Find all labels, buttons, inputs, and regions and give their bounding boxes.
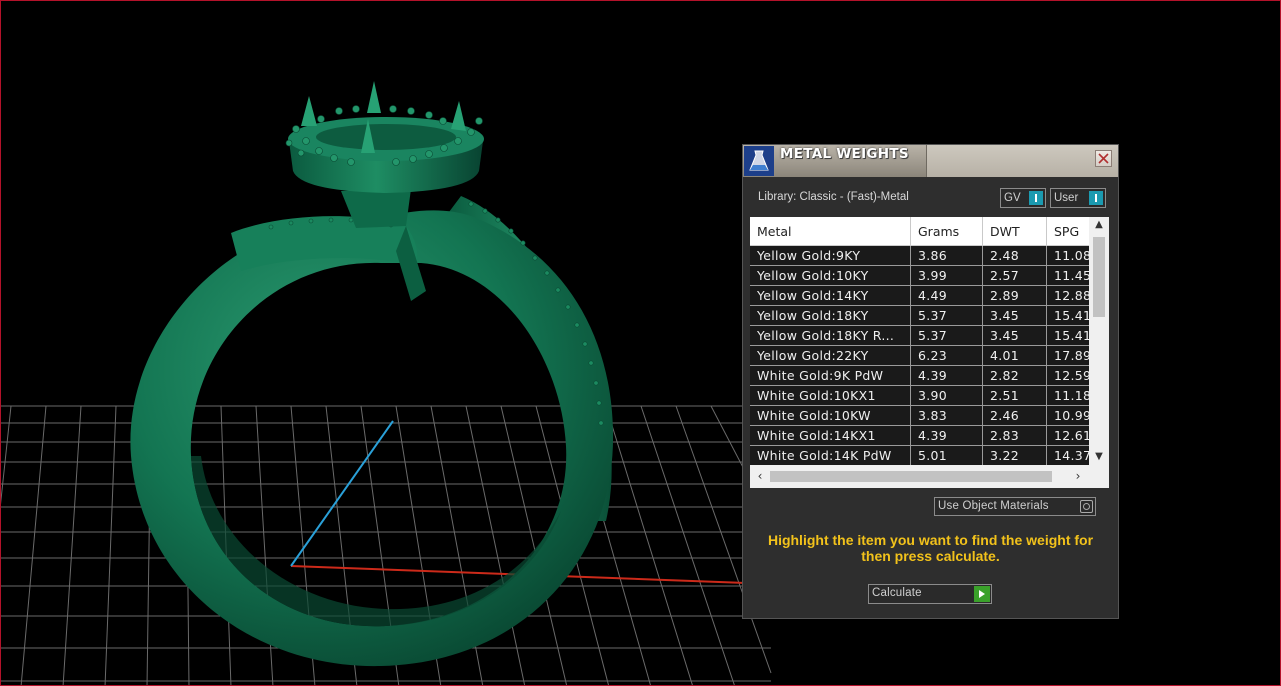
cell-dwt: 4.01 (983, 346, 1047, 365)
use-object-materials-toggle[interactable]: Use Object Materials (934, 497, 1096, 516)
cell-metal: White Gold:14KX1 (750, 426, 911, 445)
cell-spg: 15.41 (1054, 328, 1089, 343)
column-header-grams[interactable]: Grams (911, 217, 983, 245)
cell-grams: 6.23 (911, 346, 983, 365)
cell-dwt: 3.45 (983, 326, 1047, 345)
scroll-right-icon[interactable]: › (1070, 468, 1086, 484)
cell-grams: 3.86 (911, 246, 983, 265)
scrollbar-corner (1089, 465, 1109, 488)
table-body: Yellow Gold:9KY 3.86 2.48 11.08 Yellow Gold… (750, 246, 1089, 465)
gv-toggle[interactable]: GV (1000, 188, 1046, 208)
cell-dwt: 2.82 (983, 366, 1047, 385)
cell-metal: White Gold:10KW (750, 406, 911, 425)
scroll-down-icon[interactable]: ▼ (1089, 449, 1109, 465)
radio-icon[interactable] (1080, 500, 1093, 513)
close-icon (1098, 153, 1109, 164)
gv-toggle-label: GV (1004, 192, 1021, 204)
flask-icon (744, 146, 774, 176)
horizontal-scroll-thumb[interactable] (770, 471, 1052, 482)
table-row[interactable]: Yellow Gold:18KY 5.37 3.45 15.41 (750, 306, 1089, 326)
close-button[interactable] (1095, 150, 1112, 167)
calculate-label: Calculate (872, 587, 922, 599)
cell-dwt: 3.22 (983, 446, 1047, 465)
cell-dwt: 2.48 (983, 246, 1047, 265)
cell-spg: 12.59 (1054, 368, 1089, 383)
cell-dwt: 2.51 (983, 386, 1047, 405)
cell-metal: White Gold:14K PdW (750, 446, 911, 465)
table-row[interactable]: White Gold:9K PdW 4.39 2.82 12.59 (750, 366, 1089, 386)
use-object-materials-label: Use Object Materials (938, 500, 1049, 512)
instruction-text: Highlight the item you want to find the … (767, 532, 1094, 564)
play-icon[interactable] (974, 586, 990, 602)
column-header-metal[interactable]: Metal (750, 217, 911, 245)
table-row[interactable]: White Gold:10KW 3.83 2.46 10.99 (750, 406, 1089, 426)
ring-model[interactable] (130, 81, 614, 667)
cell-dwt: 2.89 (983, 286, 1047, 305)
metal-table-grid[interactable]: Metal Grams DWT SPG Yellow Gold:9KY 3.86 2… (750, 217, 1089, 465)
cell-spg: 14.37 (1054, 448, 1089, 463)
panel-title-bar[interactable]: METAL WEIGHTS (743, 145, 1118, 177)
cell-grams: 5.01 (911, 446, 983, 465)
cell-spg: 11.08 (1054, 248, 1089, 263)
cell-spg: 17.89 (1054, 348, 1089, 363)
user-toggle-switch[interactable] (1089, 191, 1103, 205)
cell-spg: 12.88 (1054, 288, 1089, 303)
cell-grams: 4.39 (911, 426, 983, 445)
table-header: Metal Grams DWT SPG (750, 217, 1089, 246)
metal-weights-panel[interactable]: METAL WEIGHTS Library: Classic - (Fast)-… (743, 145, 1118, 618)
calculate-button[interactable]: Calculate (868, 584, 992, 604)
table-row[interactable]: Yellow Gold:18KY R... 5.37 3.45 15.41 (750, 326, 1089, 346)
table-row[interactable]: White Gold:10KX1 3.90 2.51 11.18 (750, 386, 1089, 406)
cell-metal: Yellow Gold:10KY (750, 266, 911, 285)
table-row[interactable]: Yellow Gold:22KY 6.23 4.01 17.89 (750, 346, 1089, 366)
vertical-scrollbar[interactable]: ▲ ▼ (1089, 217, 1109, 465)
table-row[interactable]: Yellow Gold:10KY 3.99 2.57 11.45 (750, 266, 1089, 286)
cell-metal: Yellow Gold:14KY (750, 286, 911, 305)
library-label: Library: Classic - (Fast)-Metal (758, 191, 909, 203)
cell-grams: 3.90 (911, 386, 983, 405)
panel-title: METAL WEIGHTS (780, 146, 909, 162)
horizontal-scrollbar[interactable]: ‹ › (750, 465, 1089, 488)
metal-table[interactable]: Metal Grams DWT SPG Yellow Gold:9KY 3.86 2… (750, 217, 1109, 488)
table-row[interactable]: Yellow Gold:14KY 4.49 2.89 12.88 (750, 286, 1089, 306)
title-bar-right (927, 145, 1118, 177)
cell-metal: White Gold:10KX1 (750, 386, 911, 405)
user-toggle-label: User (1054, 192, 1079, 204)
cell-grams: 4.49 (911, 286, 983, 305)
cell-dwt: 3.45 (983, 306, 1047, 325)
cell-spg: 11.18 (1054, 388, 1089, 403)
cell-spg: 12.61 (1054, 428, 1089, 443)
cell-dwt: 2.46 (983, 406, 1047, 425)
cell-dwt: 2.57 (983, 266, 1047, 285)
cell-metal: Yellow Gold:18KY R... (750, 326, 911, 345)
table-row[interactable]: Yellow Gold:9KY 3.86 2.48 11.08 (750, 246, 1089, 266)
cell-dwt: 2.83 (983, 426, 1047, 445)
column-header-dwt[interactable]: DWT (983, 217, 1047, 245)
scroll-left-icon[interactable]: ‹ (752, 468, 768, 484)
cell-grams: 3.83 (911, 406, 983, 425)
cell-grams: 5.37 (911, 326, 983, 345)
table-row[interactable]: White Gold:14K PdW 5.01 3.22 14.37 (750, 446, 1089, 465)
gv-toggle-switch[interactable] (1029, 191, 1043, 205)
cell-spg: 11.45 (1054, 268, 1089, 283)
cell-metal: White Gold:9K PdW (750, 366, 911, 385)
cell-metal: Yellow Gold:9KY (750, 246, 911, 265)
scroll-up-icon[interactable]: ▲ (1089, 217, 1109, 233)
cell-metal: Yellow Gold:18KY (750, 306, 911, 325)
table-row[interactable]: White Gold:14KX1 4.39 2.83 12.61 (750, 426, 1089, 446)
y-axis-line (290, 420, 394, 567)
cell-grams: 4.39 (911, 366, 983, 385)
cell-spg: 10.99 (1054, 408, 1089, 423)
column-header-spg[interactable]: SPG (1047, 217, 1089, 245)
user-toggle[interactable]: User (1050, 188, 1106, 208)
cell-spg: 15.41 (1054, 308, 1089, 323)
vertical-scroll-thumb[interactable] (1093, 237, 1105, 317)
cell-grams: 5.37 (911, 306, 983, 325)
cell-grams: 3.99 (911, 266, 983, 285)
cell-metal: Yellow Gold:22KY (750, 346, 911, 365)
